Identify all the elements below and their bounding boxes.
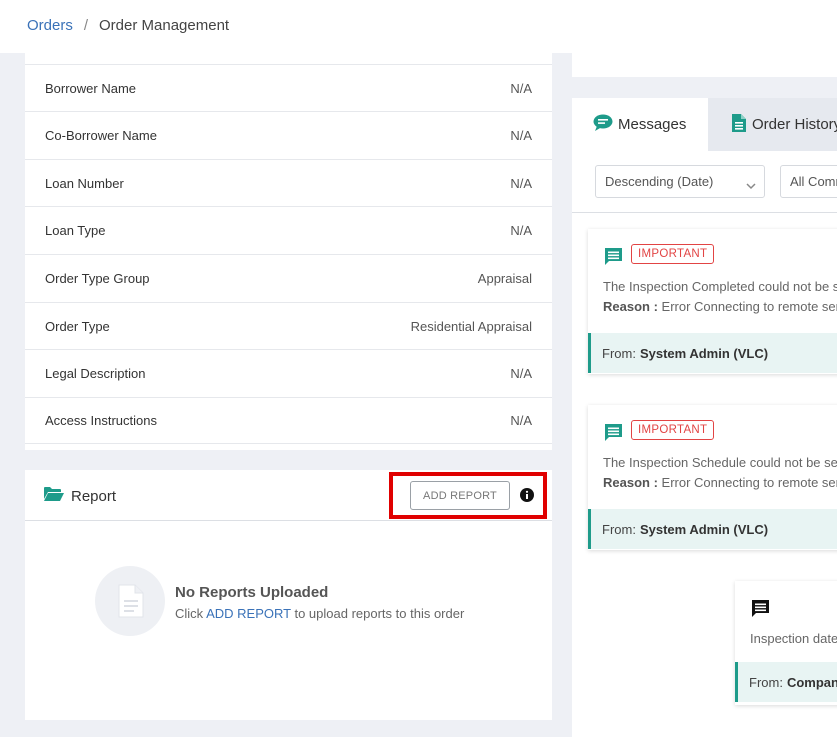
from-sender: System Admin (VLC) xyxy=(639,345,769,361)
chevron-down-icon xyxy=(746,178,756,193)
details-row-loan-type: Loan Type N/A xyxy=(25,206,552,253)
info-icon[interactable] xyxy=(520,488,534,502)
details-row-co-borrower-name: Co-Borrower Name N/A xyxy=(25,111,552,158)
details-label: Access Instructions xyxy=(45,413,157,428)
message-card: IMPORTANT The Inspection Schedule could … xyxy=(588,405,837,550)
details-label: Loan Type xyxy=(45,222,106,238)
details-value: N/A xyxy=(510,80,532,96)
messages-panel: Messages Order History Descending (Date)… xyxy=(572,98,837,737)
details-value: N/A xyxy=(510,175,532,191)
report-header: Report ADD REPORT xyxy=(25,470,552,521)
tab-messages-label: Messages xyxy=(618,116,687,133)
comment-icon xyxy=(751,599,770,623)
breadcrumb-separator: / xyxy=(83,17,89,34)
reason-label: Reason : xyxy=(603,299,658,314)
message-footer: From: Company xyxy=(735,662,837,702)
details-value: Residential Appraisal xyxy=(410,318,532,334)
report-card: Report ADD REPORT No Reports Uploaded Cl… xyxy=(25,470,552,720)
details-row-access-instructions: Access Instructions N/A xyxy=(25,397,552,444)
important-badge: IMPORTANT xyxy=(631,420,715,440)
message-footer: From: System Admin (VLC) xyxy=(588,333,837,373)
important-badge: IMPORTANT xyxy=(631,244,715,264)
comment-filter-value: All Comments xyxy=(790,174,837,189)
message-reason: Reason : Error Connecting to remote serv… xyxy=(603,299,837,314)
empty-report-suffix: to upload reports to this order xyxy=(294,606,465,621)
report-title: Report xyxy=(43,486,116,506)
details-label: Order Type xyxy=(45,318,110,334)
message-text: The Inspection Completed could not be se… xyxy=(603,279,837,294)
sort-select[interactable]: Descending (Date) xyxy=(595,165,765,198)
details-value: Appraisal xyxy=(477,270,532,286)
message-icon xyxy=(604,423,623,447)
details-value: N/A xyxy=(510,365,532,381)
reason-text: Error Connecting to remote server xyxy=(661,475,837,490)
message-footer: From: System Admin (VLC) xyxy=(588,509,837,549)
comment-filter-select[interactable]: All Comments xyxy=(780,165,837,198)
document-icon xyxy=(732,113,752,136)
right-summary-card xyxy=(572,53,837,77)
breadcrumb-orders-link[interactable]: Orders xyxy=(27,17,73,34)
details-label: Loan Number xyxy=(45,175,124,191)
details-value: N/A xyxy=(510,127,532,143)
report-title-label: Report xyxy=(71,487,117,505)
details-row-borrower-name: Borrower Name N/A xyxy=(25,64,552,111)
tab-order-history[interactable]: Order History xyxy=(708,98,837,151)
message-icon xyxy=(604,247,623,271)
tab-messages[interactable]: Messages xyxy=(572,98,708,151)
from-label: From: xyxy=(602,345,636,361)
details-label: Order Type Group xyxy=(45,270,150,286)
tab-history-label: Order History xyxy=(752,116,837,133)
folder-open-icon xyxy=(43,486,71,506)
details-row-order-type-group: Order Type Group Appraisal xyxy=(25,254,552,301)
details-label: Borrower Name xyxy=(45,80,137,96)
empty-add-report-link[interactable]: ADD REPORT xyxy=(206,606,291,621)
sort-select-value: Descending (Date) xyxy=(605,174,714,189)
empty-report-prefix: Click xyxy=(175,606,204,621)
message-card: Inspection date From: Company xyxy=(735,581,837,705)
details-value: N/A xyxy=(510,413,532,428)
details-row-order-type: Order Type Residential Appraisal xyxy=(25,302,552,349)
reason-text: Error Connecting to remote server xyxy=(661,299,837,314)
empty-report-title: No Reports Uploaded xyxy=(175,584,329,601)
filter-divider xyxy=(572,212,837,213)
chat-bubble-icon xyxy=(593,114,618,136)
details-label: Legal Description xyxy=(45,365,146,381)
breadcrumb-current: Order Management xyxy=(99,17,230,34)
details-value: N/A xyxy=(510,222,532,238)
from-sender: Company xyxy=(786,674,837,690)
message-text: Inspection date xyxy=(750,631,837,646)
add-report-button[interactable]: ADD REPORT xyxy=(410,481,510,510)
order-details-card: Borrower Name N/A Co-Borrower Name N/A L… xyxy=(25,53,552,450)
reason-label: Reason : xyxy=(603,475,658,490)
empty-report-text: Click ADD REPORT to upload reports to th… xyxy=(175,606,464,621)
top-bar: Orders / Order Management xyxy=(0,0,837,53)
from-label: From: xyxy=(602,521,636,537)
details-row-loan-number: Loan Number N/A xyxy=(25,159,552,206)
from-label: From: xyxy=(749,674,783,690)
message-card: IMPORTANT The Inspection Completed could… xyxy=(588,229,837,374)
from-sender: System Admin (VLC) xyxy=(639,521,769,537)
message-text: The Inspection Schedule could not be sen… xyxy=(603,455,837,470)
details-row-legal-description: Legal Description N/A xyxy=(25,349,552,396)
breadcrumb: Orders / Order Management xyxy=(27,17,229,34)
empty-report-icon xyxy=(95,566,165,636)
details-label: Co-Borrower Name xyxy=(45,127,157,143)
message-reason: Reason : Error Connecting to remote serv… xyxy=(603,475,837,490)
